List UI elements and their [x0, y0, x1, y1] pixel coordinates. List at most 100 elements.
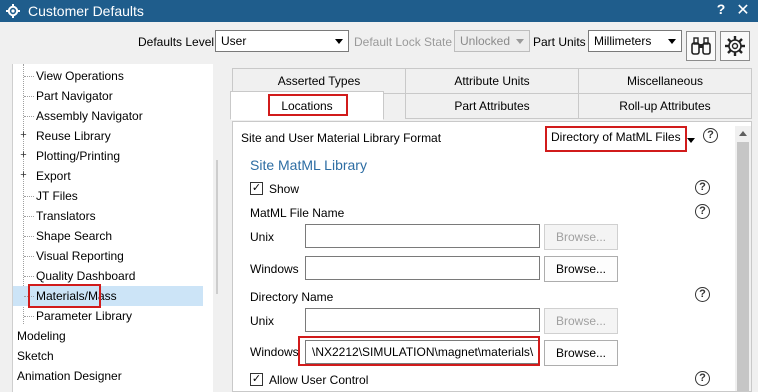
tree-item-sketch[interactable]: Sketch: [13, 346, 203, 366]
part-units-select[interactable]: Millimeters: [588, 30, 682, 52]
tree-item-jt-files[interactable]: JT Files: [13, 186, 203, 206]
unix-dir-browse-button[interactable]: Browse...: [544, 308, 618, 334]
tree-item-part-navigator[interactable]: Part Navigator: [13, 86, 203, 106]
settings-button[interactable]: [720, 31, 750, 61]
tab-label: Miscellaneous: [626, 74, 704, 88]
help-icon[interactable]: ?: [695, 180, 710, 195]
help-icon[interactable]: ?: [703, 128, 718, 143]
tree-item-label: Shape Search: [36, 229, 113, 243]
windows-label: Windows: [250, 262, 299, 276]
chevron-down-icon: [335, 39, 343, 44]
tab-locations[interactable]: Locations: [230, 91, 384, 120]
windows-file-input[interactable]: [305, 256, 540, 280]
tree-item-assembly-navigator[interactable]: Assembly Navigator: [13, 106, 203, 126]
tree-item-materials-mass[interactable]: Materials/Mass: [13, 286, 203, 306]
tree-item-animation-designer[interactable]: Animation Designer: [13, 366, 203, 386]
tree-item-label: Visual Reporting: [36, 249, 124, 263]
unix-dir-input[interactable]: [305, 308, 540, 332]
tree-item-quality-dashboard[interactable]: Quality Dashboard: [13, 266, 203, 286]
tab-part-attributes[interactable]: Part Attributes: [405, 93, 579, 119]
scroll-up-icon[interactable]: [739, 131, 747, 136]
tab-roll-up-attributes[interactable]: Roll-up Attributes: [578, 93, 752, 119]
tree-item-label: Animation Designer: [17, 369, 122, 383]
format-dropdown-button[interactable]: [685, 127, 699, 151]
show-checkbox[interactable]: ✓: [250, 182, 263, 195]
binoculars-icon: [691, 37, 711, 55]
tree-item-export[interactable]: + Export: [13, 166, 203, 186]
tree-item-label: View Operations: [36, 69, 124, 83]
windows-file-browse-button[interactable]: Browse...: [544, 256, 618, 282]
tree-item-shape-search[interactable]: Shape Search: [13, 226, 203, 246]
tree-item-plotting-printing[interactable]: + Plotting/Printing: [13, 146, 203, 166]
expand-icon[interactable]: +: [19, 150, 28, 161]
window-title: Customer Defaults: [28, 3, 144, 19]
tree-item-reuse-library[interactable]: + Reuse Library: [13, 126, 203, 146]
lock-state-value: Unlocked: [460, 34, 511, 48]
tab-miscellaneous[interactable]: Miscellaneous: [578, 68, 752, 94]
directory-name-label: Directory Name: [250, 290, 334, 304]
allow-user-control-label: Allow User Control: [269, 373, 369, 387]
tree-item-modeling[interactable]: Modeling: [13, 326, 203, 346]
tab-label: Part Attributes: [454, 99, 530, 113]
unix-file-browse-button[interactable]: Browse...: [544, 224, 618, 250]
windows-dir-browse-button[interactable]: Browse...: [544, 340, 618, 366]
toolbar: Defaults Level User Default Lock State U…: [0, 22, 758, 64]
tab-label: Roll-up Attributes: [619, 99, 711, 113]
scroll-thumb[interactable]: [737, 142, 749, 391]
tree-item-label: Materials/Mass: [36, 289, 117, 303]
expand-icon[interactable]: +: [19, 130, 28, 141]
title-bar: Customer Defaults ? ✕: [0, 0, 758, 22]
chevron-down-icon: [516, 39, 524, 44]
unix-label: Unix: [250, 314, 275, 328]
defaults-level-select[interactable]: User: [215, 30, 349, 52]
lock-state-label: Default Lock State: [354, 35, 453, 49]
site-matml-library-heading: Site MatML Library: [250, 157, 367, 173]
unix-label: Unix: [250, 230, 275, 244]
chevron-down-icon: [687, 138, 695, 143]
show-label: Show: [269, 182, 300, 196]
gear-icon: [6, 4, 20, 18]
tab-attribute-units[interactable]: Attribute Units: [405, 68, 579, 94]
content-scrollbar[interactable]: [735, 126, 751, 391]
tree-item-label: Quality Dashboard: [36, 269, 136, 283]
tree-item-label: Modeling: [17, 329, 66, 343]
tree-item-label: Plotting/Printing: [36, 149, 121, 163]
scroll-thumb[interactable]: [216, 160, 218, 294]
expand-icon[interactable]: +: [19, 170, 28, 181]
help-button[interactable]: ?: [712, 1, 730, 17]
tab-label: Attribute Units: [454, 74, 530, 88]
tab-label: Locations: [281, 98, 333, 113]
windows-dir-input[interactable]: \NX2212\SIMULATION\magnet\materials\: [305, 340, 540, 364]
unix-file-input[interactable]: [305, 224, 540, 248]
tab-label: Asserted Types: [277, 74, 361, 88]
tree-item-label: Assembly Navigator: [36, 109, 143, 123]
windows-label: Windows: [250, 345, 299, 359]
tree-item-visual-reporting[interactable]: Visual Reporting: [13, 246, 203, 266]
tree-item-label: Reuse Library: [36, 129, 111, 143]
allow-user-control-checkbox[interactable]: ✓: [250, 373, 263, 386]
format-label: Site and User Material Library Format: [241, 131, 442, 145]
category-tree: View Operations Part Navigator Assembly …: [12, 64, 218, 392]
help-icon[interactable]: ?: [695, 287, 710, 302]
find-button[interactable]: [686, 31, 716, 61]
matml-file-name-label: MatML File Name: [250, 206, 345, 220]
tree-item-label: Parameter Library: [36, 309, 133, 323]
tree-item-view-operations[interactable]: View Operations: [13, 66, 203, 86]
part-units-value: Millimeters: [594, 34, 652, 48]
tree-item-translators[interactable]: Translators: [13, 206, 203, 226]
locations-panel: Site and User Material Library Format Di…: [232, 121, 752, 392]
close-button[interactable]: ✕: [734, 0, 752, 20]
tree-item-parameter-library[interactable]: Parameter Library: [13, 306, 203, 326]
chevron-down-icon: [668, 39, 676, 44]
defaults-level-value: User: [221, 34, 247, 48]
help-icon[interactable]: ?: [695, 204, 710, 219]
defaults-level-label: Defaults Level: [138, 35, 215, 49]
tree-item-label: Part Navigator: [36, 89, 113, 103]
gear-icon: [725, 36, 745, 56]
lock-state-select[interactable]: Unlocked: [454, 30, 530, 52]
format-select[interactable]: Directory of MatML Files: [546, 127, 702, 149]
tree-scrollbar[interactable]: [213, 64, 218, 392]
help-icon[interactable]: ?: [695, 371, 710, 386]
tree-item-label: Export: [36, 169, 71, 183]
format-value: Directory of MatML Files: [551, 130, 681, 144]
